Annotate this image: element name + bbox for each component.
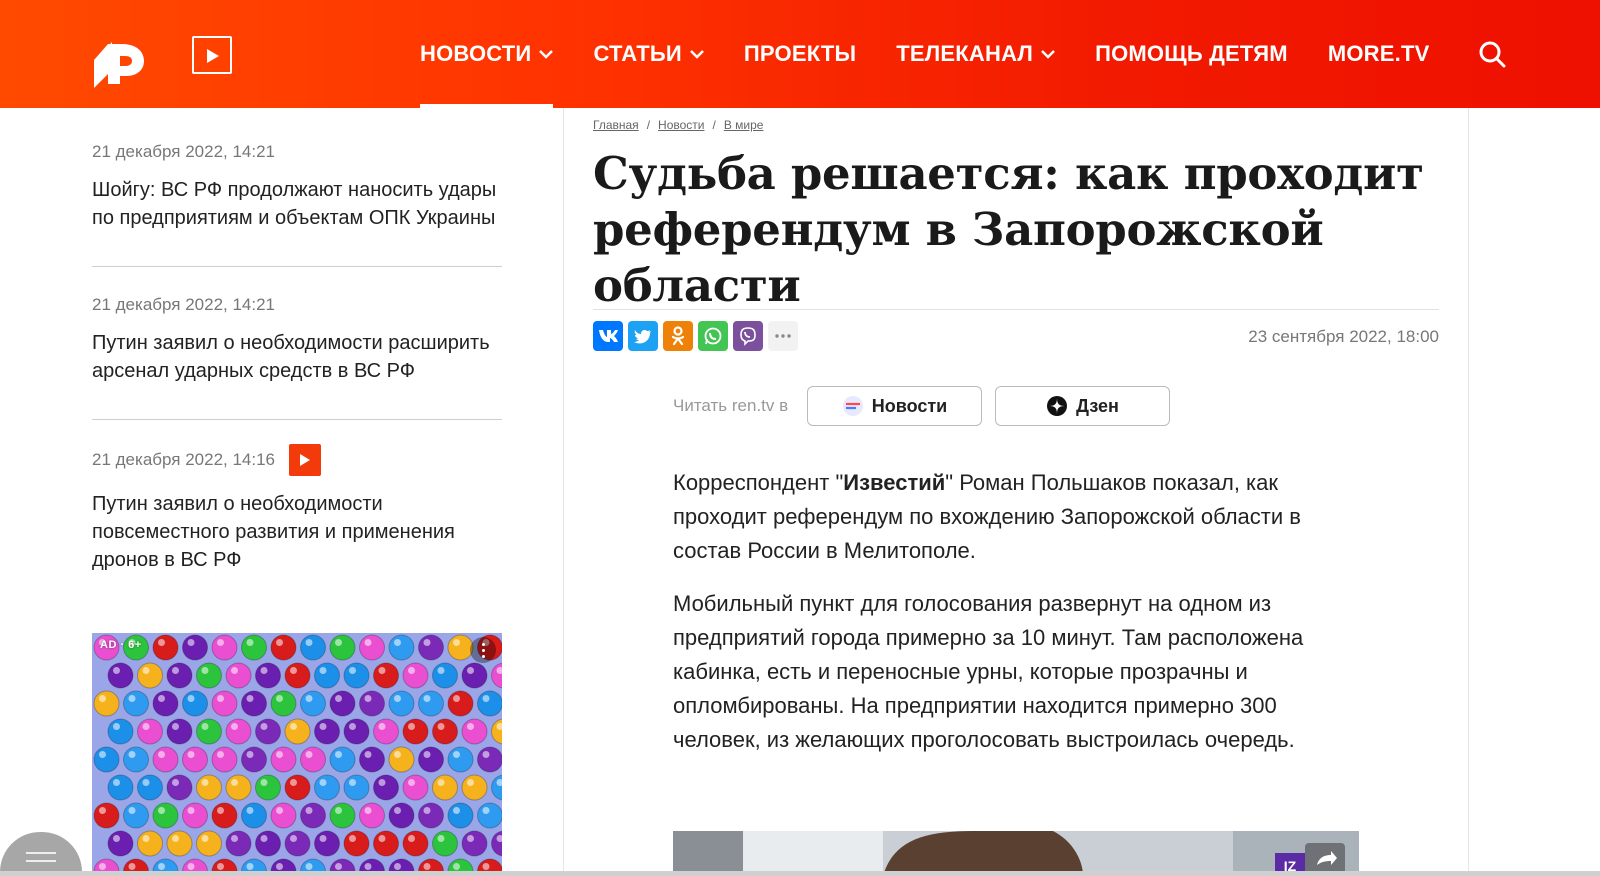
news-date-row: 21 декабря 2022, 14:16 (92, 444, 502, 476)
more-share-icon[interactable] (768, 321, 798, 351)
read-dzen-button[interactable]: Дзен (995, 386, 1170, 426)
nav-item-projects[interactable]: ПРОЕКТЫ (744, 0, 856, 108)
column-divider (563, 108, 564, 876)
news-title[interactable]: Шойгу: ВС РФ продолжают наносить удары п… (92, 176, 502, 232)
site-header: НОВОСТИ СТАТЬИ ПРОЕКТЫ ТЕЛЕКАНАЛ ПОМОЩЬ … (0, 0, 1600, 108)
news-date: 21 декабря 2022, 14:21 (92, 142, 276, 161)
nav-item-articles[interactable]: СТАТЬИ (593, 0, 704, 108)
vk-icon[interactable] (593, 321, 623, 351)
breadcrumb-news[interactable]: Новости (658, 118, 704, 132)
main-nav: НОВОСТИ СТАТЬИ ПРОЕКТЫ ТЕЛЕКАНАЛ ПОМОЩЬ … (420, 0, 1469, 108)
source-name: Известий (843, 470, 946, 495)
nav-label: НОВОСТИ (420, 41, 532, 66)
breadcrumb: Главная / Новости / В мире (593, 118, 763, 132)
ad-game-image (93, 634, 502, 876)
paragraph-text: Корреспондент " (673, 470, 844, 495)
column-divider (1468, 108, 1469, 876)
ad-banner[interactable]: AD · 6+ (92, 633, 502, 876)
odnoklassniki-icon[interactable] (663, 321, 693, 351)
search-icon[interactable] (1478, 40, 1506, 68)
ad-label: AD · 6+ (100, 639, 142, 651)
horizontal-scrollbar[interactable] (0, 871, 1600, 876)
sidebar-news-feed: 21 декабря 2022, 14:21 Шойгу: ВС РФ прод… (92, 108, 502, 608)
breadcrumb-separator: / (712, 118, 716, 132)
dzen-icon (1047, 396, 1068, 416)
article-video[interactable]: IZ (673, 831, 1359, 876)
news-title[interactable]: Путин заявил о необходимости расширить а… (92, 329, 502, 385)
chevron-down-icon (1041, 50, 1055, 59)
nav-label: MORE.TV (1327, 41, 1430, 66)
article-paragraph: Мобильный пункт для голосования разверну… (673, 591, 1304, 752)
nav-item-help-children[interactable]: ПОМОЩЬ ДЕТЯМ (1095, 0, 1288, 108)
share-bar (593, 321, 798, 351)
nav-item-tv-channel[interactable]: ТЕЛЕКАНАЛ (896, 0, 1055, 108)
list-item[interactable]: 21 декабря 2022, 14:16 Путин заявил о не… (92, 420, 502, 608)
read-news-label: Новости (871, 395, 948, 416)
news-date: 21 декабря 2022, 14:21 (92, 295, 276, 314)
article-paragraph: Корреспондент "Известий" Роман Польшаков… (673, 466, 1363, 568)
nav-label: ПРОЕКТЫ (743, 41, 857, 66)
article-title: Судьба решается: как проходит референдум… (593, 147, 1424, 312)
publish-date: 23 сентября 2022, 18:00 (1248, 327, 1439, 346)
menu-button[interactable] (0, 832, 82, 876)
more-options-icon[interactable] (470, 637, 496, 663)
nav-item-more-tv[interactable]: MORE.TV (1328, 0, 1430, 108)
list-item[interactable]: 21 декабря 2022, 14:21 Шойгу: ВС РФ прод… (92, 108, 502, 267)
chevron-down-icon (690, 50, 704, 59)
whatsapp-icon[interactable] (698, 321, 728, 351)
read-on-label: Читать ren.tv в (673, 396, 789, 415)
breadcrumb-home[interactable]: Главная (593, 118, 639, 132)
live-tv-button[interactable] (192, 36, 232, 74)
news-date: 21 декабря 2022, 14:16 (92, 450, 276, 469)
list-item[interactable]: 21 декабря 2022, 14:21 Путин заявил о не… (92, 267, 502, 420)
read-dzen-label: Дзен (1076, 395, 1119, 416)
play-icon (207, 49, 219, 63)
nav-label: ТЕЛЕКАНАЛ (896, 41, 1034, 66)
breadcrumb-world[interactable]: В мире (724, 118, 764, 132)
ren-logo-icon[interactable] (90, 28, 150, 88)
divider (593, 309, 1439, 310)
read-news-button[interactable]: Новости (807, 386, 982, 426)
nav-label: СТАТЬИ (593, 41, 682, 66)
twitter-icon[interactable] (628, 321, 658, 351)
news-title[interactable]: Путин заявил о необходимости повсеместно… (92, 490, 502, 574)
viber-icon[interactable] (733, 321, 763, 351)
chevron-down-icon (539, 50, 554, 59)
breadcrumb-separator: / (646, 118, 651, 132)
nav-item-news[interactable]: НОВОСТИ (420, 0, 554, 108)
play-icon (300, 454, 311, 466)
video-badge[interactable] (289, 444, 322, 476)
nav-label: ПОМОЩЬ ДЕТЯМ (1095, 41, 1288, 66)
yandex-news-icon (842, 396, 863, 416)
